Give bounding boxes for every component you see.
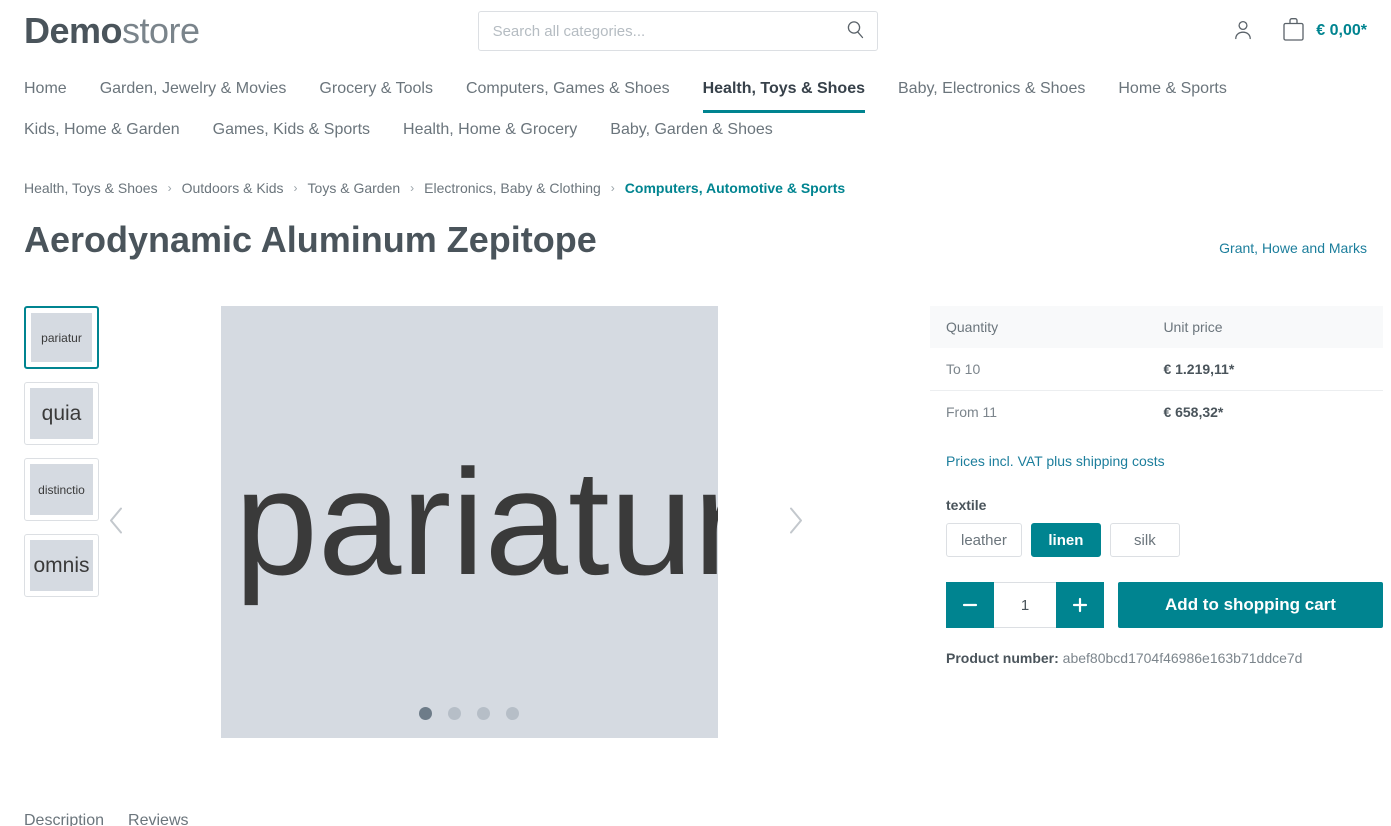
breadcrumb-item-3[interactable]: Toys & Garden (308, 180, 401, 196)
price-row-2-price: € 658,32* (1147, 390, 1383, 433)
quantity-input[interactable] (994, 582, 1056, 628)
thumbnail-label-3: distinctio (38, 482, 85, 497)
nav-item-home-sports[interactable]: Home & Sports (1118, 72, 1226, 113)
search-box (477, 11, 878, 51)
chevron-right-icon: › (410, 181, 415, 195)
logo-bold-text: Demo (24, 10, 123, 51)
quantity-decrease-button[interactable] (946, 582, 994, 628)
breadcrumb-item-4[interactable]: Electronics, Baby & Clothing (424, 180, 601, 196)
variant-selector: textile leather linen silk (946, 497, 1383, 557)
search-submit-button[interactable] (840, 15, 872, 47)
thumbnail-image-2: quia (30, 388, 93, 439)
product-main-image[interactable]: pariatur (220, 306, 718, 738)
thumbnail-image-4: omnis (30, 540, 93, 591)
product-image-text: pariatur (234, 438, 718, 606)
chevron-left-icon (108, 506, 125, 539)
nav-item-games-kids-sports[interactable]: Games, Kids & Sports (213, 113, 370, 154)
price-table-col-unit-price: Unit price (1147, 306, 1383, 348)
plus-icon (1071, 596, 1089, 614)
gallery-next-button[interactable] (779, 498, 812, 547)
tab-reviews[interactable]: Reviews (128, 812, 188, 826)
product-detail-page: Demostore Search all categories... € 0,0… (0, 0, 1391, 826)
manufacturer-link[interactable]: Grant, Howe and Marks (1219, 240, 1367, 262)
thumbnail-4[interactable]: omnis (24, 534, 99, 597)
nav-item-health-home-grocery[interactable]: Health, Home & Grocery (403, 113, 577, 154)
price-row-1-price: € 1.219,11* (1163, 361, 1235, 377)
gallery-prev-button[interactable] (100, 498, 133, 547)
vat-shipping-link[interactable]: Prices incl. VAT plus shipping costs (946, 453, 1165, 469)
nav-item-garden-jewelry-movies[interactable]: Garden, Jewelry & Movies (100, 72, 287, 113)
thumbnail-label-2: quia (41, 401, 82, 425)
site-logo[interactable]: Demostore (24, 10, 200, 52)
product-number-value: abef80bcd1704f46986e163b71ddce7d (1062, 650, 1303, 666)
nav-item-kids-home-garden[interactable]: Kids, Home & Garden (24, 113, 180, 154)
price-table-header-row: Quantity Unit price (930, 306, 1383, 348)
account-button[interactable] (1231, 18, 1255, 45)
buy-box: Quantity Unit price To 10 € 1.219,11* Fr… (800, 306, 1391, 738)
gallery-dots (221, 707, 718, 720)
nav-item-home[interactable]: Home (24, 72, 67, 113)
gallery-dot-4[interactable] (506, 707, 519, 720)
chevron-right-icon: › (293, 181, 298, 195)
nav-item-baby-garden-shoes[interactable]: Baby, Garden & Shoes (610, 113, 772, 154)
nav-item-computers-games-shoes[interactable]: Computers, Games & Shoes (466, 72, 670, 113)
header-actions: € 0,00* (1231, 16, 1367, 47)
variant-option-silk[interactable]: silk (1109, 523, 1180, 557)
breadcrumb-item-1[interactable]: Health, Toys & Shoes (24, 180, 158, 196)
chevron-right-icon: › (167, 181, 172, 195)
tab-description[interactable]: Description (24, 812, 104, 826)
breadcrumb: Health, Toys & Shoes › Outdoors & Kids ›… (0, 154, 1391, 196)
product-number: Product number: abef80bcd1704f46986e163b… (946, 650, 1383, 666)
nav-item-health-toys-shoes[interactable]: Health, Toys & Shoes (702, 72, 865, 113)
variant-options: leather linen silk (946, 523, 1383, 557)
chevron-right-icon: › (610, 181, 615, 195)
nav-item-baby-electronics-shoes[interactable]: Baby, Electronics & Shoes (898, 72, 1085, 113)
product-gallery: pariatur (100, 306, 802, 738)
product-main: pariatur quia distinctio omnis pariatur … (0, 262, 1391, 738)
gallery-dot-2[interactable] (448, 707, 461, 720)
thumbnail-list: pariatur quia distinctio omnis (0, 306, 100, 738)
gallery-dot-1[interactable] (419, 707, 432, 720)
product-title-row: Aerodynamic Aluminum Zepitope Grant, How… (0, 196, 1391, 262)
chevron-right-icon (787, 506, 804, 539)
cart-widget[interactable]: € 0,00* (1281, 16, 1367, 47)
nav-item-grocery-tools[interactable]: Grocery & Tools (319, 72, 433, 113)
thumbnail-image-3: distinctio (30, 464, 93, 515)
search-icon (846, 20, 865, 42)
variant-option-linen[interactable]: linen (1030, 523, 1101, 557)
price-table-col-quantity: Quantity (930, 306, 1148, 348)
person-icon (1231, 18, 1255, 45)
thumbnail-label-1: pariatur (41, 330, 82, 345)
breadcrumb-item-2[interactable]: Outdoors & Kids (182, 180, 284, 196)
product-detail-tabs: Description Reviews (24, 812, 189, 826)
table-row: From 11 € 658,32* (930, 390, 1383, 433)
breadcrumb-item-current: Computers, Automotive & Sports (624, 180, 846, 196)
thumbnail-image-1: pariatur (31, 313, 92, 362)
add-to-cart-button[interactable]: Add to shopping cart (1118, 582, 1383, 628)
site-header: Demostore Search all categories... € 0,0… (0, 0, 1391, 62)
minus-icon (961, 596, 979, 614)
thumbnail-3[interactable]: distinctio (24, 458, 99, 521)
thumbnail-label-4: omnis (33, 553, 90, 577)
price-row-2-quantity: From 11 (930, 390, 1148, 433)
variant-group-label: textile (946, 497, 987, 513)
price-row-1-quantity: To 10 (946, 361, 981, 377)
main-navigation: Home Garden, Jewelry & Movies Grocery & … (0, 62, 1391, 154)
cart-total-amount: € 0,00* (1316, 22, 1367, 39)
logo-light-text: store (122, 10, 200, 51)
purchase-controls: Add to shopping cart (946, 582, 1383, 628)
price-table: Quantity Unit price To 10 € 1.219,11* Fr… (930, 306, 1383, 433)
gallery-dot-3[interactable] (477, 707, 490, 720)
thumbnail-1[interactable]: pariatur (24, 306, 99, 369)
search-input[interactable] (477, 11, 878, 51)
table-row: To 10 € 1.219,11* (930, 348, 1383, 391)
shopping-bag-icon (1281, 16, 1306, 47)
quantity-stepper (946, 582, 1104, 628)
page-title: Aerodynamic Aluminum Zepitope (24, 219, 597, 260)
quantity-increase-button[interactable] (1056, 582, 1104, 628)
product-number-label: Product number: (946, 650, 1059, 666)
variant-option-leather[interactable]: leather (946, 523, 1022, 557)
thumbnail-2[interactable]: quia (24, 382, 99, 445)
